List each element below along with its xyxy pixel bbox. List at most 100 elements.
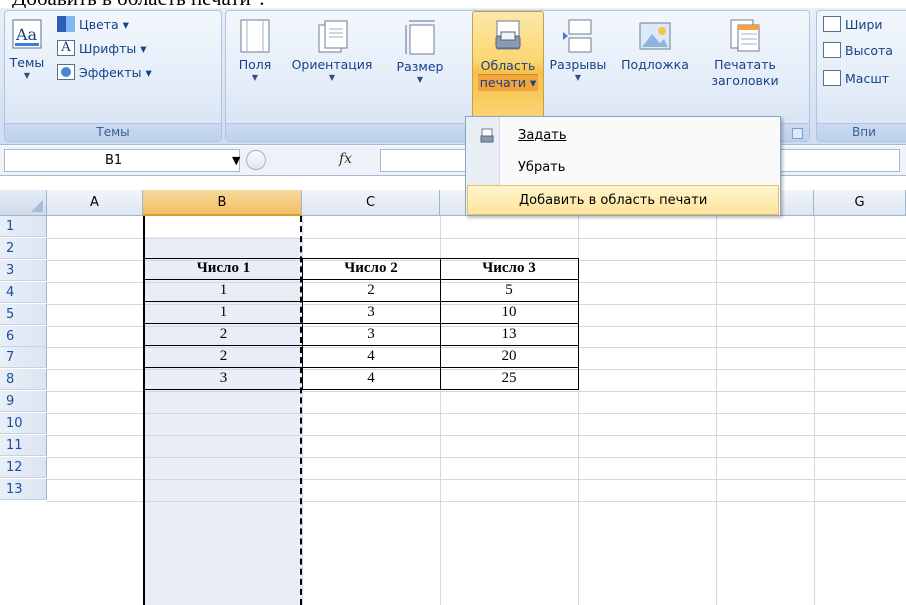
row-header[interactable]: 11	[0, 435, 47, 456]
themes-button[interactable]: Aa Темы ▼	[9, 11, 45, 123]
height-icon	[823, 42, 841, 58]
spreadsheet-grid: A B C D E F G 12345678910111213 Число 1 …	[0, 190, 906, 605]
column-header-b[interactable]: B	[143, 190, 302, 216]
print-area-button[interactable]: Область печати ▾	[472, 11, 544, 123]
background-button[interactable]: Подложка	[620, 11, 690, 123]
menu-item-set-print-area[interactable]: Задать	[467, 121, 779, 151]
menu-item-add-to-print-area[interactable]: Добавить в область печати	[467, 185, 779, 215]
table-border	[440, 258, 441, 390]
name-box[interactable]: B1	[4, 149, 240, 172]
breaks-label: Разрывы	[549, 57, 607, 72]
margins-label: Поля	[238, 57, 272, 72]
table-cell[interactable]: 4	[302, 368, 440, 389]
set-print-area-icon	[480, 128, 494, 143]
row-header[interactable]: 13	[0, 478, 47, 500]
table-header-cell[interactable]: Число 3	[440, 258, 578, 279]
formula-cancel-icon[interactable]	[246, 150, 266, 170]
svg-text:Aa: Aa	[15, 25, 38, 44]
orientation-button[interactable]: Ориентация ▼	[290, 11, 374, 123]
chevron-down-icon: ▼	[416, 75, 424, 84]
print-area-label-line1: Область	[480, 58, 536, 73]
table-cell[interactable]: 20	[440, 346, 578, 367]
row-header[interactable]: 7	[0, 347, 47, 369]
table-cell[interactable]: 4	[302, 346, 440, 367]
chevron-down-icon: ▼	[328, 73, 336, 82]
table-cell[interactable]: 10	[440, 302, 578, 323]
chevron-down-icon: ▼	[251, 73, 259, 82]
scale-label: Масшт	[845, 70, 890, 86]
column-header-c[interactable]: C	[302, 190, 440, 216]
colors-icon	[57, 16, 75, 32]
menu-item-label: Добавить в область печати	[519, 193, 708, 208]
column-header-g[interactable]: G	[814, 190, 906, 216]
background-label: Подложка	[621, 57, 689, 72]
width-button[interactable]: Шири	[823, 13, 883, 35]
row-header[interactable]: 3	[0, 259, 47, 281]
table-cell[interactable]: 3	[302, 324, 440, 345]
print-titles-label-line2: заголовки	[711, 73, 779, 88]
print-area-label-line2[interactable]: печати ▾	[477, 74, 539, 91]
table-cell[interactable]: 2	[302, 280, 440, 301]
chevron-down-icon: ▼	[23, 71, 31, 80]
row-header[interactable]: 6	[0, 325, 47, 347]
row-header[interactable]: 2	[0, 237, 47, 259]
size-label: Размер	[396, 59, 444, 74]
row-header[interactable]: 9	[0, 391, 47, 413]
margins-button[interactable]: Поля ▼	[234, 11, 276, 123]
themes-icon: Aa	[12, 19, 42, 49]
themes-group: Aa Темы ▼ Цвета ▾ A Шрифты ▾ Эффекты ▾ Т…	[4, 10, 222, 142]
size-icon	[405, 20, 435, 55]
fonts-icon: A	[57, 40, 75, 56]
name-box-dropdown-icon[interactable]: ▼	[232, 154, 240, 167]
background-icon	[639, 22, 671, 50]
menu-item-clear-print-area[interactable]: Убрать	[467, 153, 779, 183]
row-header[interactable]: 4	[0, 281, 47, 303]
table-cell[interactable]: 5	[440, 280, 578, 301]
orientation-icon	[318, 20, 348, 53]
insert-function-icon[interactable]: fx	[339, 151, 352, 167]
row-header[interactable]: 5	[0, 303, 47, 325]
fonts-label: Шрифты ▾	[79, 40, 147, 56]
table-header-cell[interactable]: Число 2	[302, 258, 440, 279]
themes-label: Темы	[9, 55, 45, 70]
size-button[interactable]: Размер ▼	[378, 11, 462, 123]
row-header[interactable]: 8	[0, 369, 47, 391]
dialog-launcher-icon[interactable]	[792, 128, 803, 139]
colors-button[interactable]: Цвета ▾	[57, 13, 129, 35]
effects-label: Эффекты ▾	[79, 64, 152, 80]
scale-group-label: Впи	[817, 123, 906, 141]
scale-icon	[823, 70, 841, 86]
effects-icon	[57, 64, 75, 80]
themes-group-label: Темы	[5, 123, 221, 141]
scale-button[interactable]: Масшт	[823, 67, 889, 89]
print-area-border	[143, 216, 302, 605]
chevron-down-icon: ▼	[574, 73, 582, 82]
margins-icon	[240, 19, 270, 53]
table-cell[interactable]: 3	[302, 302, 440, 323]
print-titles-button[interactable]: Печатать заголовки	[704, 11, 786, 123]
fonts-button[interactable]: A Шрифты ▾	[57, 37, 147, 59]
menu-item-label: Убрать	[518, 160, 566, 175]
table-cell[interactable]: 13	[440, 324, 578, 345]
print-area-icon	[495, 20, 521, 50]
row-header[interactable]: 12	[0, 456, 47, 478]
grid-line	[814, 216, 815, 605]
breaks-button[interactable]: Разрывы ▼	[548, 11, 608, 123]
width-icon	[823, 16, 841, 32]
select-all-button[interactable]	[0, 190, 47, 216]
effects-button[interactable]: Эффекты ▾	[57, 61, 152, 83]
orientation-label: Ориентация	[291, 57, 373, 72]
colors-label: Цвета ▾	[79, 16, 129, 32]
table-border	[302, 258, 303, 390]
table-border	[578, 258, 579, 390]
table-cell[interactable]: 25	[440, 368, 578, 389]
print-area-menu: Задать Убрать Добавить в область печати	[465, 116, 781, 216]
scale-group: Шири Высота Масшт Впи	[816, 10, 906, 142]
row-header[interactable]: 1	[0, 216, 47, 237]
height-button[interactable]: Высота	[823, 39, 893, 61]
breaks-icon	[563, 19, 592, 53]
print-titles-label-line1: Печатать	[714, 57, 776, 72]
grid-line	[716, 216, 717, 605]
column-header-a[interactable]: A	[47, 190, 143, 216]
row-header[interactable]: 10	[0, 413, 47, 435]
